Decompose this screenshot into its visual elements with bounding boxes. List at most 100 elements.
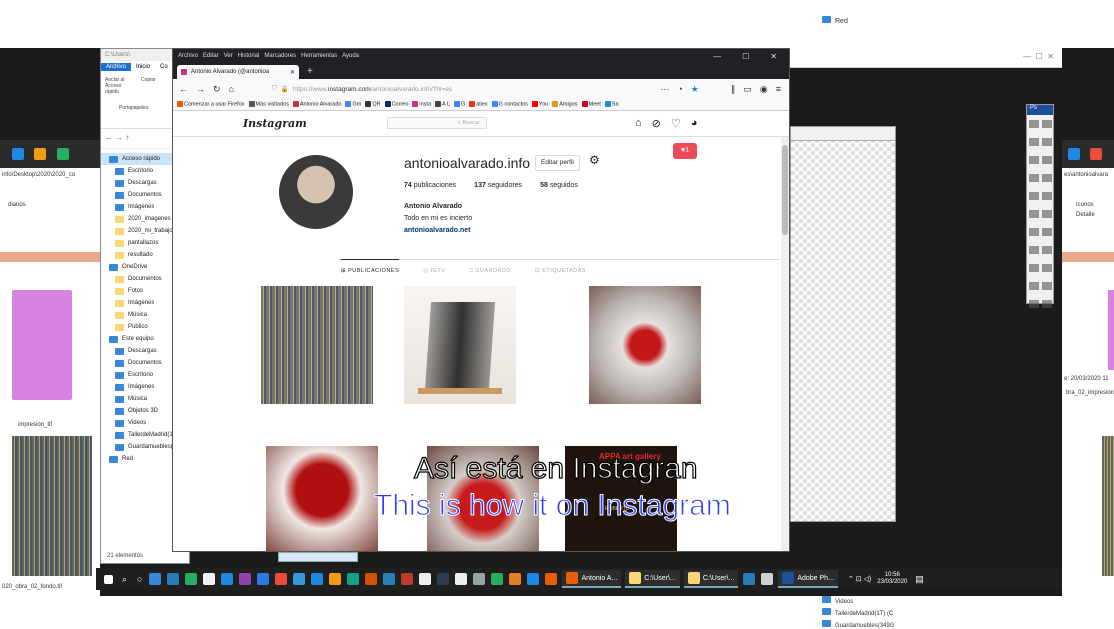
- menu-hamburger-icon[interactable]: ≡: [776, 84, 781, 94]
- back-icon[interactable]: ←: [179, 84, 188, 94]
- scrollbar-thumb[interactable]: [782, 145, 788, 235]
- desktop-item-taller[interactable]: TallerdeMadrid(1T) (C: [822, 608, 893, 617]
- post-thumbnail[interactable]: [589, 286, 701, 404]
- page-actions-icon[interactable]: ⋯: [660, 84, 669, 95]
- desktop-network-label[interactable]: Red: [822, 16, 848, 25]
- photoshop-tool-icon[interactable]: [1042, 264, 1052, 272]
- close-icon[interactable]: ✕: [770, 52, 777, 61]
- copy-button[interactable]: Copiar: [141, 77, 156, 95]
- taskbar-app-icon[interactable]: [473, 573, 486, 585]
- post-thumbnail[interactable]: [261, 286, 373, 404]
- pin-button[interactable]: Anclar al Acceso rápido: [105, 77, 135, 95]
- edit-profile-button[interactable]: Editar perfil: [535, 155, 580, 171]
- photoshop-tool-icon[interactable]: [1042, 228, 1052, 236]
- taskbar-app-icon[interactable]: [545, 573, 558, 585]
- photoshop-tool-icon[interactable]: [1042, 210, 1052, 218]
- taskbar-app-icon[interactable]: [437, 573, 450, 585]
- app-icon[interactable]: [12, 148, 24, 160]
- bookmark-star-icon[interactable]: ★: [691, 84, 699, 95]
- file-thumbnail[interactable]: [12, 436, 92, 576]
- bookmark-item[interactable]: Más visitados: [248, 101, 289, 108]
- taskbar-explorer-button[interactable]: C:\User\...: [683, 570, 739, 588]
- taskbar-app-icon[interactable]: [275, 573, 288, 585]
- post-thumbnail[interactable]: [404, 286, 516, 404]
- bookmark-item[interactable]: insta: [412, 101, 431, 108]
- explorer-tab-inicio[interactable]: Inicio: [131, 63, 155, 71]
- app-icon[interactable]: [761, 573, 774, 585]
- taskbar-app-icon[interactable]: [347, 573, 360, 585]
- tab-igtv[interactable]: ◎ IGTV: [423, 268, 445, 279]
- taskbar-app-icon[interactable]: [257, 573, 270, 585]
- new-tab-icon[interactable]: +: [307, 65, 313, 79]
- photoshop-tool-icon[interactable]: [1042, 300, 1052, 308]
- photoshop-tool-icon[interactable]: [1029, 192, 1039, 200]
- taskbar-app-icon[interactable]: [203, 573, 216, 585]
- home-icon[interactable]: ⌂: [635, 117, 642, 130]
- explorer-tab-co[interactable]: Co: [155, 63, 173, 71]
- bookmark-item[interactable]: Correo: [384, 101, 408, 108]
- bookmark-item[interactable]: G contactos: [491, 101, 528, 108]
- menu-ayuda[interactable]: Ayuda: [342, 53, 359, 59]
- up-arrow-icon[interactable]: ↑: [125, 133, 129, 142]
- menu-historial[interactable]: Historial: [238, 53, 260, 59]
- taskbar-app-icon[interactable]: [167, 573, 180, 585]
- tab-etiquetadas[interactable]: ⊡ ETIQUETADAS: [535, 268, 586, 279]
- taskbar-app-icon[interactable]: [221, 573, 234, 585]
- photoshop-tool-icon[interactable]: [1029, 138, 1039, 146]
- pocket-icon[interactable]: ◔: [677, 84, 682, 94]
- taskbar-app-icon[interactable]: [239, 573, 252, 585]
- search-icon[interactable]: ⌕: [122, 574, 127, 585]
- instagram-logo[interactable]: Instagram: [243, 117, 307, 130]
- taskbar-app-icon[interactable]: [293, 573, 306, 585]
- taskbar-app-icon[interactable]: [419, 573, 432, 585]
- menu-archivo[interactable]: Archivo: [178, 53, 198, 59]
- bookmark-item[interactable]: aliex: [469, 101, 488, 108]
- taskbar-app-icon[interactable]: [401, 573, 414, 585]
- heart-icon[interactable]: ♡: [671, 117, 681, 130]
- tab-close-icon[interactable]: ✕: [290, 69, 295, 76]
- minimize-icon[interactable]: —: [713, 52, 721, 61]
- tab-guardado[interactable]: ⎕ GUARDADO: [469, 268, 511, 279]
- system-tray-icons[interactable]: ⌃ ⊡ ◁): [848, 575, 871, 583]
- photoshop-tool-icon[interactable]: [1042, 282, 1052, 290]
- bookmark-item[interactable]: Comenzar a usar Firefox: [177, 101, 245, 108]
- taskbar-app-icon[interactable]: [365, 573, 378, 585]
- profile-website-link[interactable]: antonioalvarado.net: [404, 227, 471, 234]
- photoshop-tool-icon[interactable]: [1029, 300, 1039, 308]
- photoshop-tool-icon[interactable]: [1042, 120, 1052, 128]
- photoshop-tool-icon[interactable]: [1029, 264, 1039, 272]
- profile-avatar-icon[interactable]: ◕: [691, 117, 698, 130]
- explore-compass-icon[interactable]: ⊘: [652, 117, 661, 130]
- taskbar-app-icon[interactable]: [383, 573, 396, 585]
- app-icon[interactable]: [1090, 148, 1103, 160]
- bookmark-item[interactable]: You: [531, 101, 548, 108]
- folder-thumbnail[interactable]: [1108, 290, 1114, 370]
- explorer-tab-archivo[interactable]: Archivo: [101, 63, 132, 71]
- bookmark-item[interactable]: Gm: [345, 101, 361, 108]
- app-icon[interactable]: [743, 573, 756, 585]
- taskbar-clock[interactable]: 10:56 23/03/2020: [877, 572, 907, 586]
- photoshop-tool-icon[interactable]: [1029, 210, 1039, 218]
- photoshop-tool-icon[interactable]: [1042, 156, 1052, 164]
- url-bar[interactable]: ⛉ 🔒 https://www.instagram.com/antonioalv…: [272, 82, 602, 96]
- taskbar-app-icon[interactable]: [491, 573, 504, 585]
- post-thumbnail[interactable]: [266, 446, 378, 551]
- sidebar-icon[interactable]: ▭: [743, 84, 752, 95]
- menu-ver[interactable]: Ver: [224, 53, 233, 59]
- taskbar-app-icon[interactable]: [149, 573, 162, 585]
- browser-tab[interactable]: Antonio Alvarado (@antonioa ✕: [177, 65, 299, 79]
- bookmark-item[interactable]: Antonio Alvarado: [292, 101, 341, 108]
- settings-gear-icon[interactable]: ⚙: [589, 153, 600, 167]
- app-icon[interactable]: [56, 148, 69, 160]
- following-stat[interactable]: 58 seguidos: [540, 182, 578, 189]
- file-thumbnail[interactable]: [1102, 436, 1114, 576]
- photoshop-tool-icon[interactable]: [1042, 192, 1052, 200]
- windows-start-icon[interactable]: [104, 574, 113, 584]
- menu-herramientas[interactable]: Herramientas: [301, 53, 337, 59]
- taskbar-explorer-button[interactable]: C:\User\...: [625, 570, 680, 588]
- maximize-icon[interactable]: ☐: [742, 52, 749, 61]
- photoshop-tool-icon[interactable]: [1029, 120, 1039, 128]
- cortana-icon[interactable]: ○: [137, 574, 142, 584]
- bookmark-item[interactable]: A L: [435, 101, 450, 108]
- menu-editar[interactable]: Editar: [203, 53, 219, 59]
